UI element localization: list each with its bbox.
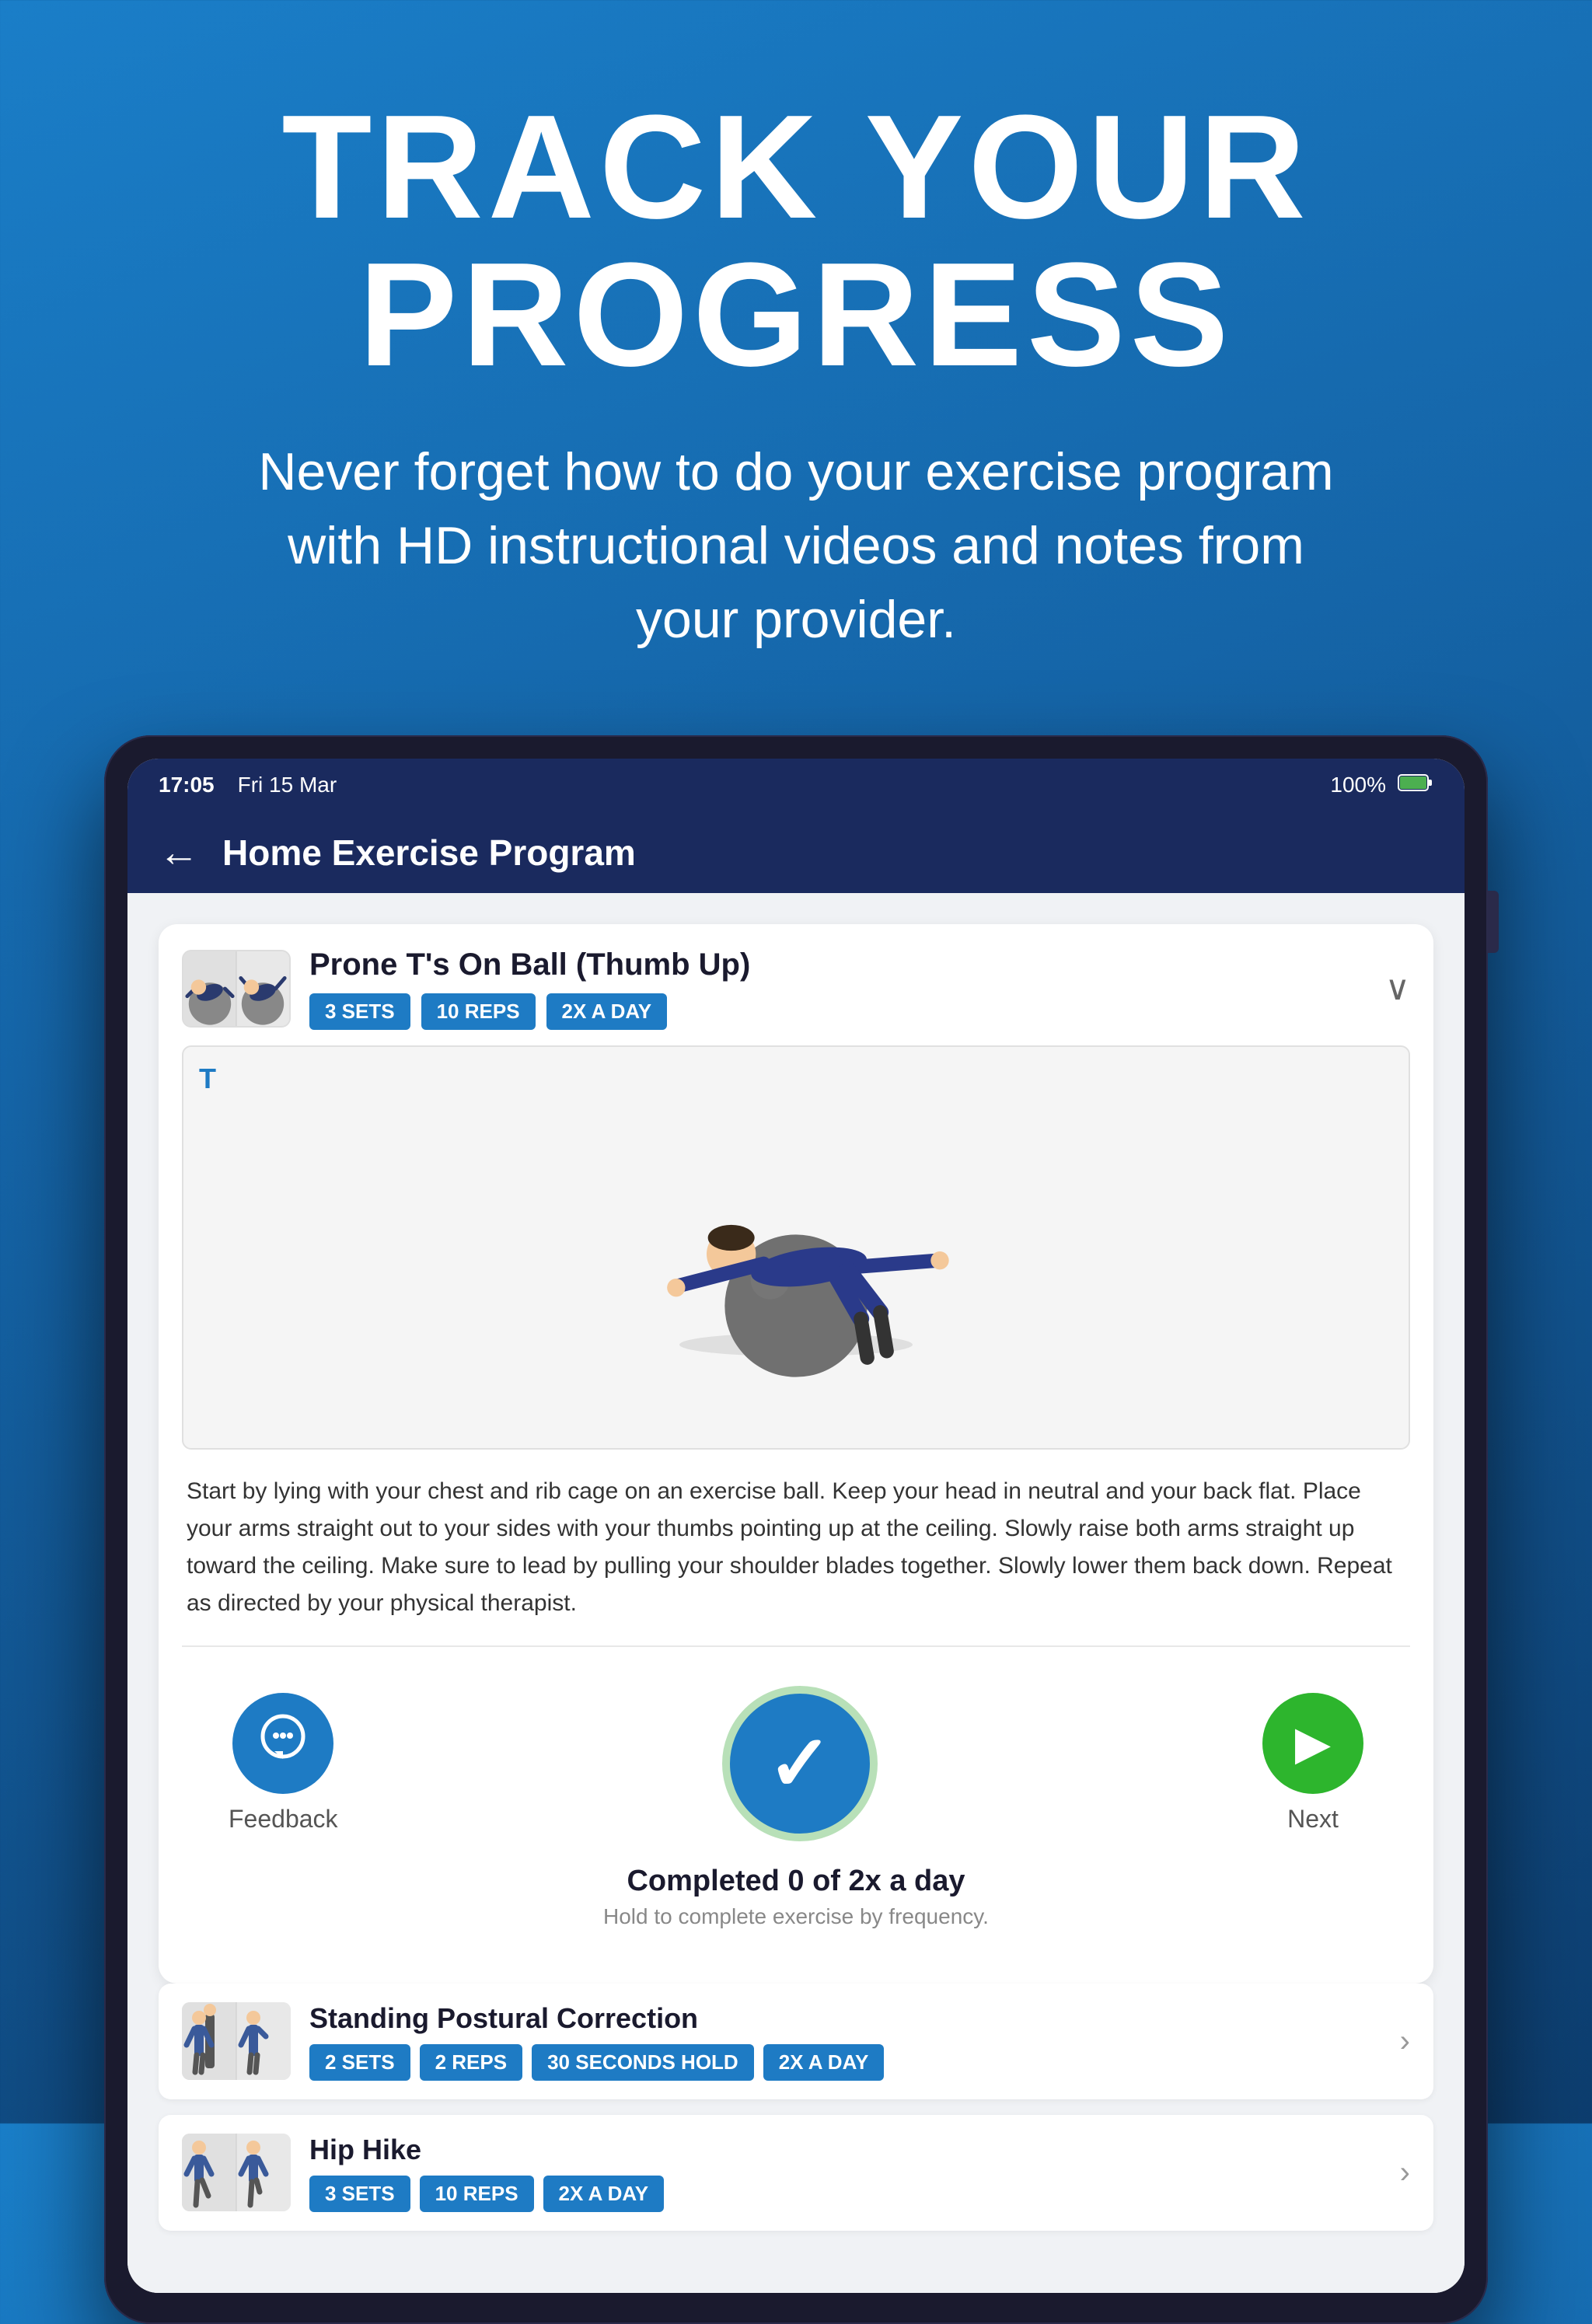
action-area: Feedback ✓ ▶ N	[182, 1678, 1410, 1857]
complete-button[interactable]: ✓	[722, 1686, 878, 1841]
hero-subtitle: Never forget how to do your exercise pro…	[252, 435, 1340, 658]
feedback-label: Feedback	[229, 1805, 338, 1834]
status-bar: 17:05 Fri 15 Mar 100%	[127, 759, 1465, 812]
hero-title: TRACK YOUR PROGRESS	[124, 93, 1468, 389]
status-right: 100%	[1330, 773, 1433, 798]
tag-1-freq: 2X A DAY	[763, 2044, 885, 2081]
list-thumb-1	[182, 2002, 291, 2080]
completed-title: Completed 0 of 2x a day	[182, 1865, 1410, 1898]
tag-1-sets: 2 SETS	[309, 2044, 410, 2081]
tag-frequency: 2X A DAY	[546, 993, 668, 1030]
exercise-tags: 3 SETS 10 REPS 2X A DAY	[309, 993, 750, 1030]
next-label: Next	[1287, 1805, 1339, 1834]
feedback-icon	[256, 1711, 310, 1776]
exercise-name: Prone T's On Ball (Thumb Up)	[309, 947, 750, 982]
exercise-card: Prone T's On Ball (Thumb Up) 3 SETS 10 R…	[159, 924, 1433, 1984]
list-item-2[interactable]: Hip Hike 3 SETS 10 REPS 2X A DAY ›	[159, 2115, 1433, 2231]
next-icon: ▶	[1295, 1716, 1331, 1771]
list-item-1-info: Standing Postural Correction 2 SETS 2 RE…	[309, 2002, 1381, 2081]
status-date: Fri 15 Mar	[238, 773, 337, 797]
tag-1-reps: 2 REPS	[420, 2044, 523, 2081]
collapse-icon[interactable]: ∨	[1385, 968, 1410, 1008]
tag-2-sets: 3 SETS	[309, 2176, 410, 2212]
content-area: Prone T's On Ball (Thumb Up) 3 SETS 10 R…	[127, 893, 1465, 2293]
tag-2-reps: 10 REPS	[420, 2176, 534, 2212]
next-button[interactable]: ▶ Next	[1262, 1693, 1363, 1834]
list-item-2-tags: 3 SETS 10 REPS 2X A DAY	[309, 2176, 1381, 2212]
divider	[182, 1645, 1410, 1647]
list-item-1-tags: 2 SETS 2 REPS 30 SECONDS HOLD 2X A DAY	[309, 2044, 1381, 2081]
video-logo: T	[199, 1063, 216, 1095]
tag-sets: 3 SETS	[309, 993, 410, 1030]
list-thumb-2	[182, 2134, 291, 2211]
nav-bar: ← Home Exercise Program	[127, 812, 1465, 893]
hero-section: TRACK YOUR PROGRESS Never forget how to …	[0, 0, 1592, 704]
battery-text: 100%	[1330, 773, 1386, 797]
exercise-header: Prone T's On Ball (Thumb Up) 3 SETS 10 R…	[182, 947, 1410, 1030]
list-item-2-info: Hip Hike 3 SETS 10 REPS 2X A DAY	[309, 2134, 1381, 2212]
exercise-info: Prone T's On Ball (Thumb Up) 3 SETS 10 R…	[309, 947, 750, 1030]
completed-section: Completed 0 of 2x a day Hold to complete…	[182, 1857, 1410, 1960]
video-container[interactable]: T	[182, 1045, 1410, 1450]
list-chevron-1: ›	[1400, 2024, 1410, 2059]
completed-subtitle: Hold to complete exercise by frequency.	[182, 1904, 1410, 1929]
next-circle-bg: ▶	[1262, 1693, 1363, 1794]
tablet-inner: 17:05 Fri 15 Mar 100% ←	[127, 759, 1465, 2293]
check-icon: ✓	[767, 1718, 833, 1809]
list-item-1-name: Standing Postural Correction	[309, 2002, 1381, 2035]
feedback-circle-bg	[232, 1693, 333, 1794]
back-button[interactable]: ←	[159, 829, 199, 876]
battery-icon	[1398, 773, 1433, 798]
complete-circle: ✓	[722, 1686, 878, 1841]
more-exercises: Standing Postural Correction 2 SETS 2 RE…	[159, 1984, 1433, 2262]
exercise-thumbnail	[182, 950, 291, 1028]
list-item-1[interactable]: Standing Postural Correction 2 SETS 2 RE…	[159, 1984, 1433, 2099]
nav-title: Home Exercise Program	[222, 832, 636, 874]
tablet-side-button	[1488, 891, 1499, 953]
list-item-2-name: Hip Hike	[309, 2134, 1381, 2166]
tag-2-freq: 2X A DAY	[543, 2176, 665, 2212]
feedback-button[interactable]: Feedback	[229, 1693, 338, 1834]
list-chevron-2: ›	[1400, 2155, 1410, 2190]
tag-1-hold: 30 SECONDS HOLD	[532, 2044, 754, 2081]
exercise-description: Start by lying with your chest and rib c…	[182, 1473, 1410, 1645]
tag-reps: 10 REPS	[421, 993, 536, 1030]
status-time: 17:05	[159, 773, 215, 797]
tablet-outer: 17:05 Fri 15 Mar 100% ←	[104, 735, 1488, 2324]
exercise-header-left: Prone T's On Ball (Thumb Up) 3 SETS 10 R…	[182, 947, 750, 1030]
device-wrapper: 17:05 Fri 15 Mar 100% ←	[104, 735, 1488, 2324]
